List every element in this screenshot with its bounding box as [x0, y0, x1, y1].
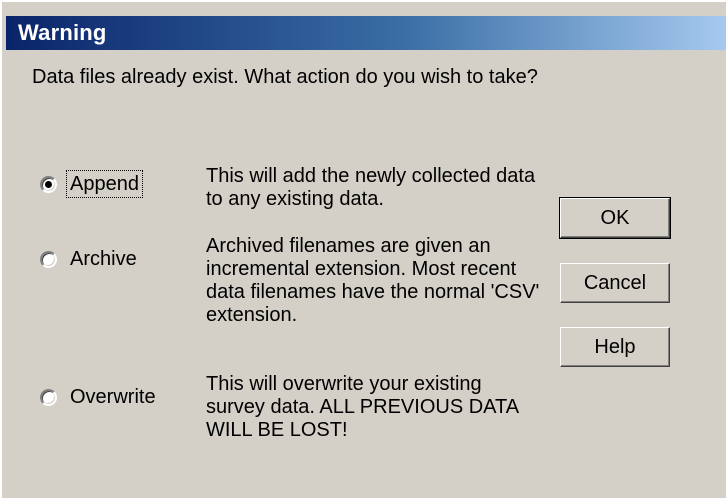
warning-dialog: Warning Data files already exist. What a…	[0, 0, 726, 498]
radio-option-archive[interactable]: Archive	[40, 244, 139, 274]
append-radio-button[interactable]	[40, 175, 57, 193]
append-label[interactable]: Append	[66, 170, 143, 198]
ok-button[interactable]: OK	[559, 197, 671, 239]
append-description: This will add the newly collected data t…	[206, 165, 536, 210]
dialog-title: Warning	[18, 20, 107, 45]
archive-description: Archived filenames are given an incremen…	[206, 235, 540, 326]
help-button[interactable]: Help	[560, 327, 670, 367]
overwrite-label[interactable]: Overwrite	[68, 385, 158, 409]
title-bar[interactable]: Warning	[6, 16, 726, 50]
archive-radio-button[interactable]	[40, 250, 57, 268]
cancel-button[interactable]: Cancel	[560, 263, 670, 303]
radio-option-append[interactable]: Append	[40, 169, 143, 199]
radio-option-overwrite[interactable]: Overwrite	[40, 382, 158, 412]
archive-label[interactable]: Archive	[68, 247, 139, 271]
overwrite-radio-button[interactable]	[40, 388, 57, 406]
overwrite-description: This will overwrite your existing survey…	[206, 373, 518, 441]
prompt-text: Data files already exist. What action do…	[32, 66, 538, 88]
